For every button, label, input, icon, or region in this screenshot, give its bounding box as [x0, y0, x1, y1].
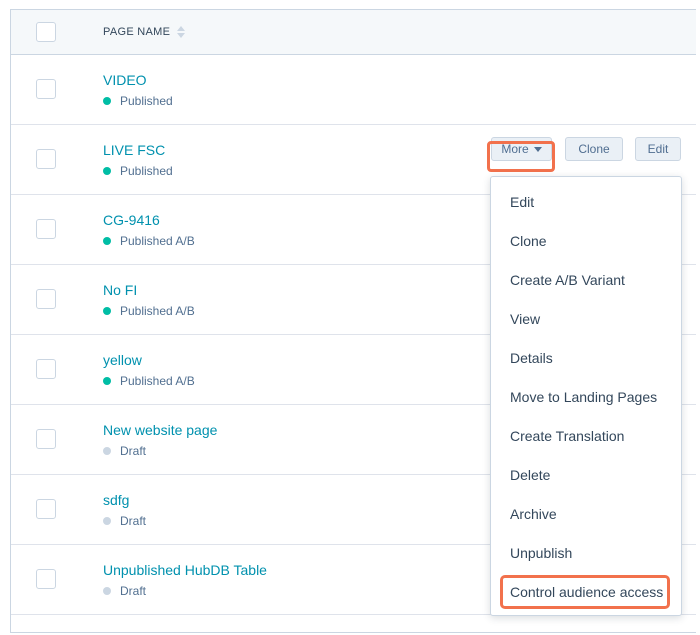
page-name-link[interactable]: No FI [103, 282, 137, 298]
status-badge: Published A/B [103, 304, 195, 318]
table-row[interactable]: VIDEO Published [11, 55, 696, 125]
status-dot-icon [103, 377, 111, 385]
menu-item-view[interactable]: View [510, 311, 540, 327]
status-dot-icon [103, 587, 111, 595]
edit-button[interactable]: Edit [635, 137, 681, 161]
page-name-link[interactable]: VIDEO [103, 72, 147, 88]
menu-item-create-translation[interactable]: Create Translation [510, 428, 624, 444]
menu-item-edit[interactable]: Edit [510, 194, 534, 210]
page-name-link[interactable]: CG-9416 [103, 212, 160, 228]
status-badge: Published A/B [103, 234, 195, 248]
more-actions-dropdown: Edit Clone Create A/B Variant View Detai… [490, 176, 682, 616]
page-name-link[interactable]: New website page [103, 422, 217, 438]
column-header-page-name[interactable]: PAGE NAME [103, 26, 170, 38]
page-name-link[interactable]: Unpublished HubDB Table [103, 562, 267, 578]
menu-item-unpublish[interactable]: Unpublish [510, 545, 572, 561]
row-checkbox[interactable] [36, 79, 56, 99]
status-badge: Published [103, 164, 173, 178]
row-checkbox[interactable] [36, 149, 56, 169]
status-badge: Draft [103, 444, 146, 458]
status-dot-icon [103, 307, 111, 315]
status-badge: Published [103, 94, 173, 108]
status-badge: Draft [103, 584, 146, 598]
menu-item-clone[interactable]: Clone [510, 233, 547, 249]
menu-item-move-to-landing-pages[interactable]: Move to Landing Pages [510, 389, 657, 405]
menu-item-delete[interactable]: Delete [510, 467, 550, 483]
status-badge: Draft [103, 514, 146, 528]
menu-item-control-audience-access[interactable]: Control audience access [510, 584, 663, 600]
status-dot-icon [103, 167, 111, 175]
row-checkbox[interactable] [36, 569, 56, 589]
status-dot-icon [103, 237, 111, 245]
select-all-checkbox[interactable] [36, 22, 56, 42]
row-checkbox[interactable] [36, 289, 56, 309]
status-dot-icon [103, 97, 111, 105]
menu-item-details[interactable]: Details [510, 350, 553, 366]
page-name-link[interactable]: yellow [103, 352, 142, 368]
menu-item-create-ab-variant[interactable]: Create A/B Variant [510, 272, 625, 288]
page-name-link[interactable]: LIVE FSC [103, 142, 165, 158]
page-name-link[interactable]: sdfg [103, 492, 129, 508]
row-checkbox[interactable] [36, 499, 56, 519]
status-dot-icon [103, 517, 111, 525]
caret-down-icon [533, 146, 542, 152]
clone-button[interactable]: Clone [565, 137, 623, 161]
row-checkbox[interactable] [36, 219, 56, 239]
menu-item-archive[interactable]: Archive [510, 506, 557, 522]
more-button[interactable]: More [491, 137, 552, 161]
status-dot-icon [103, 447, 111, 455]
row-checkbox[interactable] [36, 429, 56, 449]
table-header: PAGE NAME [11, 10, 696, 55]
status-badge: Published A/B [103, 374, 195, 388]
row-checkbox[interactable] [36, 359, 56, 379]
sort-icon[interactable] [177, 26, 185, 38]
